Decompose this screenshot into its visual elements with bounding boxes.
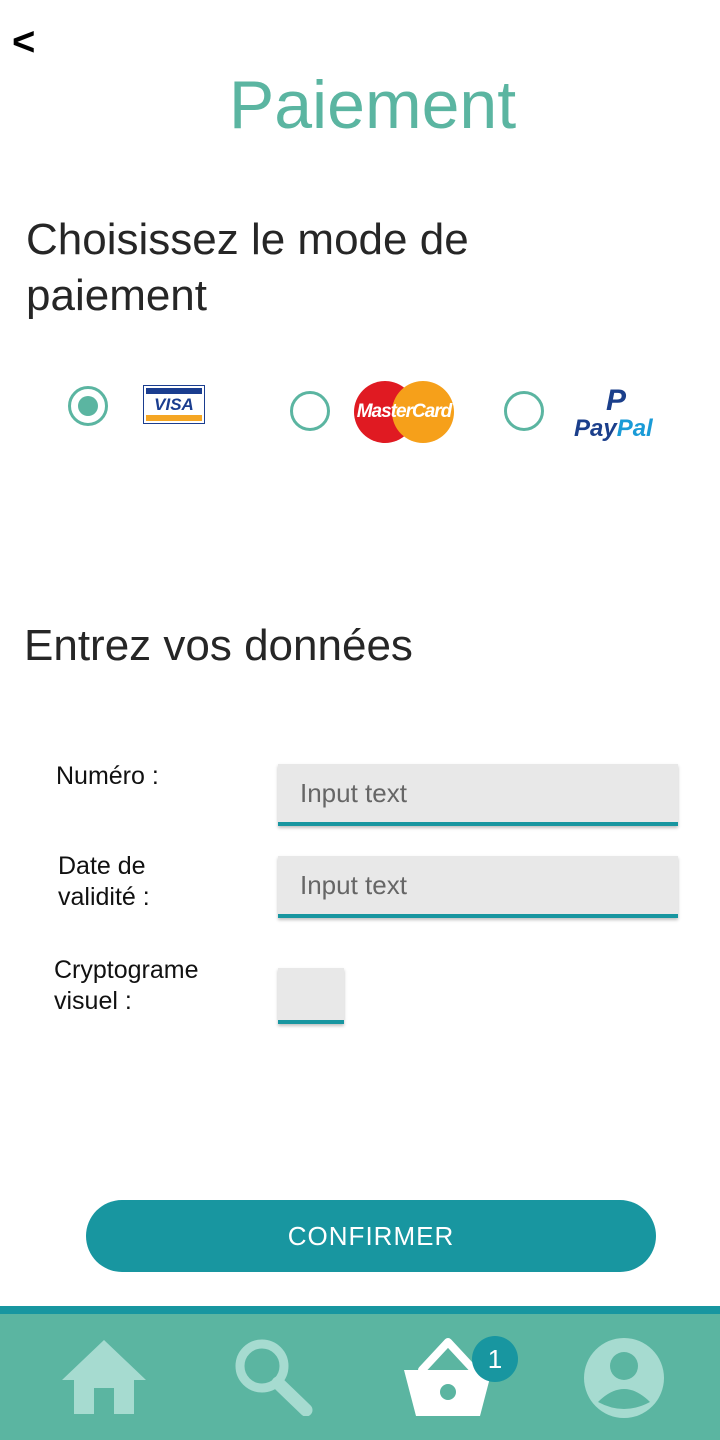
payment-method-heading: Choisissez le mode de paiement — [26, 215, 469, 320]
card-number-label: Numéro : — [56, 762, 159, 790]
card-number-field — [278, 764, 678, 826]
cvv-input[interactable] — [278, 968, 344, 1020]
radio-visa[interactable] — [68, 386, 108, 426]
nav-profile[interactable] — [582, 1336, 682, 1426]
expiry-field — [278, 856, 678, 918]
radio-selected-dot — [78, 396, 98, 416]
visa-logo-text: VISA — [154, 395, 194, 414]
card-number-input[interactable] — [278, 764, 678, 822]
expiry-input[interactable] — [278, 856, 678, 914]
mastercard-logo-text: MasterCard — [356, 401, 453, 422]
visa-logo: VISA — [143, 385, 205, 424]
search-icon — [235, 1339, 313, 1416]
mastercard-logo: MasterCard — [354, 381, 454, 443]
profile-icon — [584, 1338, 664, 1418]
confirm-button[interactable]: CONFIRMER — [86, 1200, 656, 1272]
back-button[interactable]: < — [12, 22, 35, 62]
form-heading: Entrez vos données — [24, 621, 413, 670]
page-title: Paiement — [228, 67, 517, 143]
radio-paypal[interactable] — [504, 391, 544, 431]
expiry-label: Date de validité : — [58, 852, 150, 911]
nav-search[interactable] — [232, 1336, 332, 1426]
home-icon — [62, 1340, 146, 1414]
paypal-logo: P PayPal — [574, 384, 653, 442]
basket-count-badge: 1 — [472, 1336, 518, 1382]
nav-basket[interactable]: 1 — [400, 1336, 530, 1426]
bottom-nav: 1 — [0, 1306, 720, 1440]
cvv-field — [278, 968, 344, 1024]
radio-mastercard[interactable] — [290, 391, 330, 431]
cvv-label: Cryptograme visuel : — [54, 956, 199, 1015]
nav-home[interactable] — [58, 1336, 158, 1426]
